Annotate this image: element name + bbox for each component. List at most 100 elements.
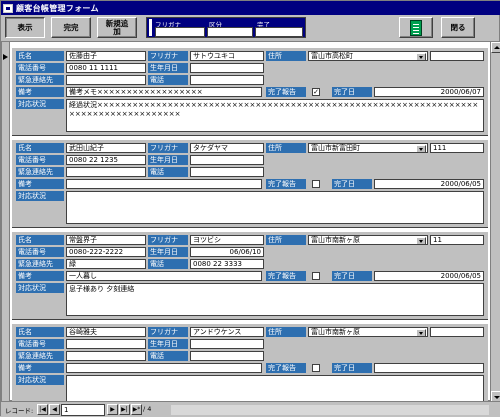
name-field[interactable]: 常盤界子 — [66, 235, 146, 245]
horizontal-scrollbar[interactable] — [171, 405, 489, 415]
close-button[interactable]: 閉る — [441, 17, 475, 38]
birth-label: 生年月日 — [148, 247, 188, 257]
note-field[interactable]: 一人暮し — [66, 271, 262, 281]
prev-record-icon[interactable]: ◀ — [49, 404, 60, 415]
address2-field[interactable]: 11 — [430, 235, 484, 245]
emergency-field[interactable]: 緑 — [66, 259, 146, 269]
birth-field[interactable] — [190, 63, 264, 73]
date-label: 完了日 — [332, 179, 372, 189]
furigana-field[interactable]: ヨツビシ — [190, 235, 264, 245]
name-label: 氏名 — [16, 235, 64, 245]
furigana-field[interactable]: タケダヤマ — [190, 143, 264, 153]
note-field[interactable] — [66, 179, 262, 189]
birth-label: 生年月日 — [148, 155, 188, 165]
address-label: 住所 — [266, 327, 306, 337]
emergency-label: 緊急連絡先 — [16, 351, 64, 361]
note-field[interactable]: 備考メモ×××××××××××××××××× — [66, 87, 262, 97]
emergency-field[interactable] — [66, 75, 146, 85]
new-record-icon[interactable]: ▶* — [131, 404, 142, 415]
name-field[interactable]: 武田山紀子 — [66, 143, 146, 153]
filter-panel: フリガナ 区分 完了 — [146, 17, 306, 38]
furigana-field[interactable]: サトウユキコ — [190, 51, 264, 61]
note-label: 備考 — [16, 271, 64, 281]
birth-label: 生年月日 — [148, 63, 188, 73]
complete-button[interactable]: 完完 — [51, 17, 91, 38]
done-label: 完了報告 — [266, 179, 306, 189]
progress-field[interactable] — [66, 191, 484, 224]
record-number-input[interactable]: 1 — [61, 404, 105, 416]
record-total: / 4 — [143, 405, 152, 413]
name-field[interactable]: 佐藤由子 — [66, 51, 146, 61]
phone-label: 電話番号 — [16, 63, 64, 73]
address-field[interactable]: 富山市南新ヶ原 — [308, 327, 428, 337]
progress-field[interactable]: 息子様あり 夕刻連絡 — [66, 283, 484, 316]
phone-field[interactable]: 0080-222-2222 — [66, 247, 146, 257]
record-form: 氏名 佐藤由子 フリガナ サトウユキコ 住所 富山市高松町 電話番号 0080 11 1111… — [1, 41, 500, 412]
date-field[interactable]: 2000/06/05 — [374, 179, 484, 189]
done-checkbox[interactable] — [312, 364, 320, 372]
toolbar: 表示 完完 新規追加 フリガナ 区分 完了 閉る — [1, 15, 500, 40]
address2-field[interactable] — [430, 51, 484, 61]
view-button[interactable]: 表示 — [5, 17, 45, 38]
phone-field[interactable]: 0080 22 1235 — [66, 155, 146, 165]
progress-label: 対応状況 — [16, 191, 64, 201]
report-button[interactable] — [399, 17, 433, 38]
date-field[interactable] — [374, 363, 484, 373]
done-checkbox[interactable]: ✓ — [312, 88, 320, 96]
birth-field[interactable]: 06/06/10 — [190, 247, 264, 257]
progress-field[interactable]: 経過状況××××××××××××××××××××××××××××××××××××… — [66, 99, 484, 132]
filter-category-input[interactable] — [207, 27, 253, 37]
last-record-icon[interactable]: ▶| — [119, 404, 130, 415]
furigana-label: フリガナ — [148, 327, 188, 337]
date-field[interactable]: 2000/06/05 — [374, 271, 484, 281]
furigana-field[interactable]: アンドウケンス — [190, 327, 264, 337]
vertical-scrollbar[interactable] — [490, 42, 500, 402]
address-dropdown-icon[interactable] — [416, 53, 426, 60]
filter-furigana-input[interactable] — [155, 27, 205, 37]
record-label: レコード: — [5, 407, 34, 415]
address2-field[interactable]: 111 — [430, 143, 484, 153]
emergency-field[interactable] — [66, 167, 146, 177]
address-dropdown-icon[interactable] — [416, 237, 426, 244]
next-record-icon[interactable]: ▶ — [107, 404, 118, 415]
progress-label: 対応状況 — [16, 283, 64, 293]
scroll-up-icon[interactable] — [491, 42, 500, 53]
done-checkbox[interactable] — [312, 180, 320, 188]
address-field[interactable]: 富山市南新ヶ原 — [308, 235, 428, 245]
mobile-field[interactable] — [190, 167, 264, 177]
date-label: 完了日 — [332, 271, 372, 281]
birth-field[interactable] — [190, 155, 264, 165]
phone-label: 電話番号 — [16, 247, 64, 257]
emergency-field[interactable] — [66, 351, 146, 361]
done-label: 完了報告 — [266, 87, 306, 97]
phone-label: 電話番号 — [16, 155, 64, 165]
phone-field[interactable]: 0080 11 1111 — [66, 63, 146, 73]
progress-label: 対応状況 — [16, 99, 64, 109]
address-dropdown-icon[interactable] — [416, 145, 426, 152]
address-dropdown-icon[interactable] — [416, 329, 426, 336]
name-label: 氏名 — [16, 143, 64, 153]
note-field[interactable] — [66, 363, 262, 373]
done-label: 完了報告 — [266, 363, 306, 373]
phone-field[interactable] — [66, 339, 146, 349]
mobile-label: 電話 — [148, 351, 188, 361]
mobile-field[interactable] — [190, 75, 264, 85]
mobile-label: 電話 — [148, 259, 188, 269]
document-icon — [410, 19, 422, 36]
new-record-button[interactable]: 新規追加 — [97, 17, 137, 38]
emergency-label: 緊急連絡先 — [16, 167, 64, 177]
filter-status-input[interactable] — [255, 27, 303, 37]
mobile-field[interactable] — [190, 351, 264, 361]
address2-field[interactable] — [430, 327, 484, 337]
name-field[interactable]: 谷崎雅夫 — [66, 327, 146, 337]
address-field[interactable]: 富山市高松町 — [308, 51, 428, 61]
name-label: 氏名 — [16, 51, 64, 61]
current-record-icon — [3, 54, 8, 60]
birth-field[interactable] — [190, 339, 264, 349]
address-field[interactable]: 富山市新富田町 — [308, 143, 428, 153]
mobile-field[interactable]: 0080 22 3333 — [190, 259, 264, 269]
date-field[interactable]: 2000/06/07 — [374, 87, 484, 97]
birth-label: 生年月日 — [148, 339, 188, 349]
done-checkbox[interactable] — [312, 272, 320, 280]
first-record-icon[interactable]: |◀ — [37, 404, 48, 415]
